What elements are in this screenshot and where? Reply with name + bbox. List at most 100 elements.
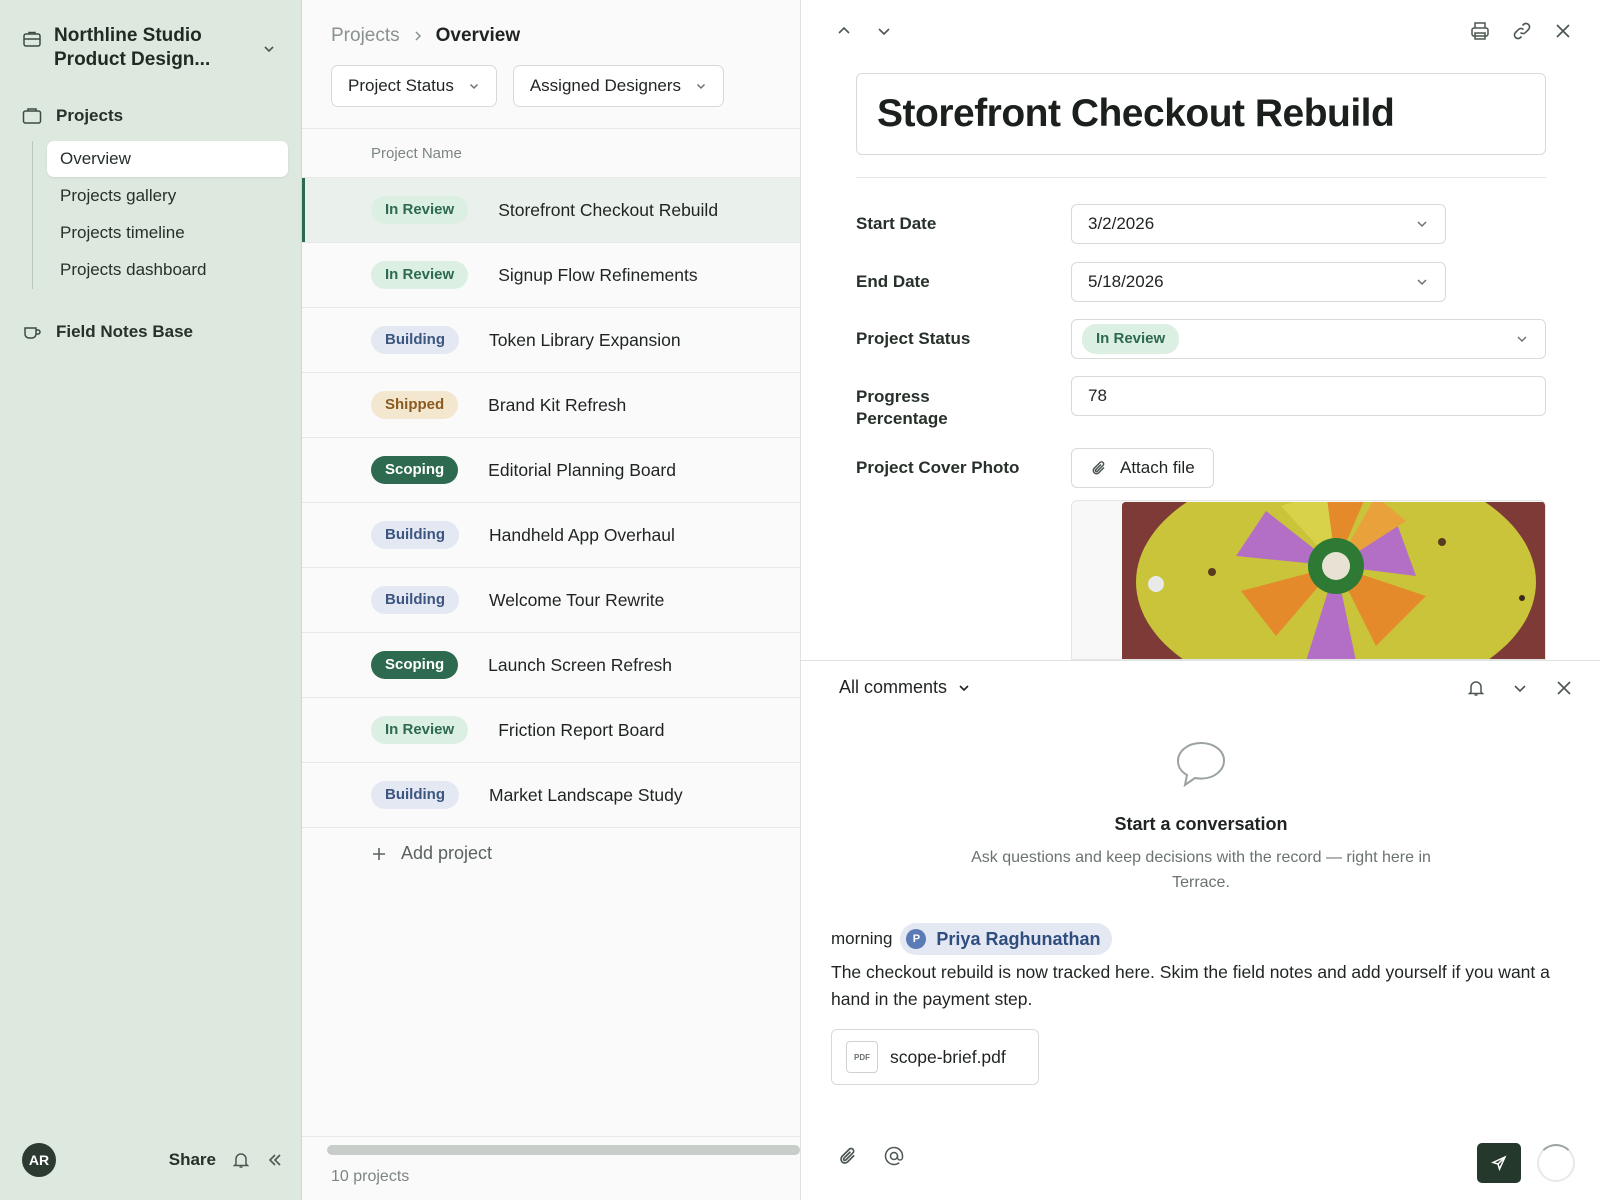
mention-avatar: P [906,929,927,949]
add-project-button[interactable]: Add project [371,843,492,864]
project-name: Storefront Checkout Rebuild [498,199,719,220]
end-date-label: End Date [856,272,930,291]
loading-spinner [1537,1144,1575,1182]
composer-tools [837,1145,905,1167]
project-table: In Review Storefront Checkout Rebuild In… [302,178,800,828]
record-title-field[interactable]: Storefront Checkout Rebuild [856,73,1546,155]
mention-name: Priya Raghunathan [936,928,1101,949]
sidebar-section-field-notes[interactable]: Field Notes Base [22,322,193,342]
attachment-chip[interactable]: PDF scope-brief.pdf [831,1029,1039,1085]
cover-photo[interactable] [1122,502,1545,659]
progress-field[interactable]: 78 [1071,376,1546,416]
table-row[interactable]: Scoping Editorial Planning Board [302,438,800,503]
table-row[interactable]: Scoping Launch Screen Refresh [302,633,800,698]
bell-icon[interactable] [1467,679,1485,697]
sidebar-item-dashboard[interactable]: Projects dashboard [47,252,288,288]
status-badge: Shipped [371,391,459,419]
detail-actions [1469,20,1573,42]
attach-file-button[interactable]: Attach file [1071,448,1214,488]
project-name: Token Library Expansion [489,329,681,350]
cover-photo-label: Project Cover Photo [856,458,1020,477]
comment-header: morning P Priya Raghunathan [831,923,1113,955]
comments-filter[interactable]: All comments [839,677,971,698]
comments-empty-state: Start a conversation Ask questions and k… [801,739,1600,895]
filter-label: Assigned Designers [529,76,682,95]
workspace-switcher[interactable]: Northline Studio Product Design... [22,24,284,72]
cover-photo-container [1071,500,1546,660]
comments-actions [1467,679,1573,697]
status-badge: In Review [371,261,469,289]
paperclip-icon [1090,459,1108,477]
sidebar-footer: AR Share [22,1142,284,1178]
footer-divider [302,1136,800,1137]
status-badge: Building [371,586,459,614]
filter-label: Project Status [348,76,454,95]
comment-body: The checkout rebuild is now tracked here… [831,962,1550,1009]
table-row[interactable]: Building Welcome Tour Rewrite [302,568,800,633]
sidebar-section-projects[interactable]: Projects [22,106,123,126]
column-header-project-name[interactable]: Project Name [302,128,800,178]
sidebar-item-gallery[interactable]: Projects gallery [47,178,288,214]
add-project-label: Add project [401,843,493,863]
table-row[interactable]: Building Handheld App Overhaul [302,503,800,568]
at-mention-icon[interactable] [883,1145,905,1167]
table-row[interactable]: In Review Friction Report Board [302,698,800,763]
project-name: Editorial Planning Board [488,459,676,480]
project-list-panel: Projects Overview Project Status Assigne… [302,0,800,1200]
briefcase-icon [22,29,42,49]
table-row[interactable]: In Review Signup Flow Refinements [302,243,800,308]
share-button[interactable]: Share [169,1150,216,1170]
paperclip-icon[interactable] [837,1145,859,1167]
breadcrumb: Projects Overview [331,25,520,47]
empty-state-text: Ask questions and keep decisions with th… [971,849,1431,891]
chevron-down-icon[interactable] [1511,679,1529,697]
status-badge: Scoping [371,456,459,484]
chevron-up-icon[interactable] [835,22,853,40]
sidebar-item-overview[interactable]: Overview [47,141,288,177]
status-badge: In Review [371,196,469,224]
filter-project-status[interactable]: Project Status [331,65,497,107]
plus-icon [371,846,387,862]
project-name: Welcome Tour Rewrite [489,589,665,610]
mug-icon [22,323,42,341]
detail-toolbar [801,0,1600,66]
chevron-down-icon[interactable] [875,22,893,40]
workspace-name: Northline Studio Product Design... [54,25,211,70]
send-button[interactable] [1477,1143,1521,1183]
record-title: Storefront Checkout Rebuild [877,92,1395,135]
sidebar-item-timeline[interactable]: Projects timeline [47,215,288,251]
speech-bubble-icon [1173,739,1229,789]
status-badge: In Review [371,716,469,744]
project-name: Signup Flow Refinements [498,264,698,285]
filter-bar: Project Status Assigned Designers [331,65,725,107]
user-mention[interactable]: P Priya Raghunathan [900,923,1113,955]
table-row[interactable]: In Review Storefront Checkout Rebuild [302,178,800,243]
close-icon[interactable] [1553,20,1573,42]
link-icon[interactable] [1511,20,1533,42]
end-date-value: 5/18/2026 [1088,272,1164,291]
horizontal-scrollbar[interactable] [327,1145,800,1155]
folder-icon [22,107,42,125]
table-row[interactable]: Shipped Brand Kit Refresh [302,373,800,438]
chevron-down-icon[interactable] [262,42,276,56]
progress-label: Progress Percentage [856,387,948,428]
filter-assigned-designers[interactable]: Assigned Designers [512,65,725,107]
table-row[interactable]: Building Token Library Expansion [302,308,800,373]
table-row[interactable]: Building Market Landscape Study [302,763,800,828]
end-date-field[interactable]: 5/18/2026 [1071,262,1446,302]
close-icon[interactable] [1555,679,1573,697]
start-date-field[interactable]: 3/2/2026 [1071,204,1446,244]
project-status-field[interactable]: In Review [1071,319,1546,359]
bell-icon[interactable] [232,1151,250,1169]
empty-state-title: Start a conversation [1114,814,1288,834]
status-badge: Building [371,326,459,354]
pdf-file-icon: PDF [846,1041,878,1073]
comments-filter-label: All comments [839,677,948,697]
project-name: Friction Report Board [498,719,665,740]
collapse-sidebar-icon[interactable] [266,1151,284,1169]
breadcrumb-parent[interactable]: Projects [331,25,400,47]
divider [856,177,1546,178]
chevron-down-icon [468,80,480,92]
print-icon[interactable] [1469,20,1491,42]
avatar[interactable]: AR [22,1143,56,1177]
